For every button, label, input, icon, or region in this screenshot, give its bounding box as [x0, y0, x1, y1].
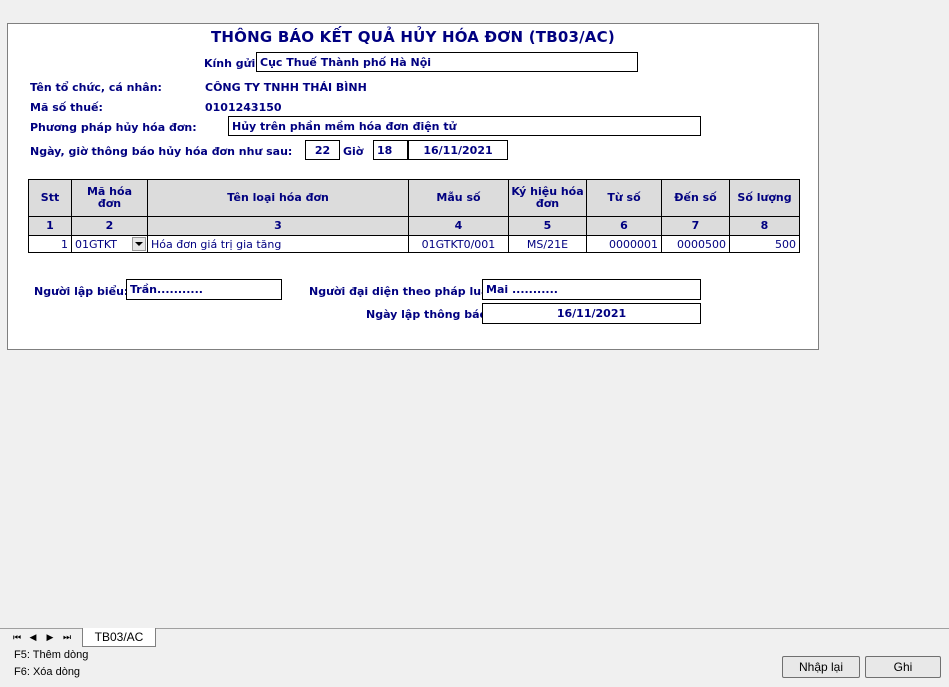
col-header-den-so: Đến số: [661, 179, 730, 217]
table-header-row: Stt Mã hóa đơn Tên loại hóa đơn Mẫu số K…: [28, 179, 800, 217]
ngay-lap-label: Ngày lập thông báo:: [366, 308, 492, 321]
col-number: 5: [508, 216, 587, 236]
cell-tu-so[interactable]: 0000001: [586, 235, 662, 253]
ma-hoa-don-value: 01GTKT: [75, 237, 117, 251]
col-header-ma-hoa-don: Mã hóa đơn: [71, 179, 148, 217]
cell-stt[interactable]: 1: [28, 235, 72, 253]
save-button[interactable]: Ghi: [865, 656, 941, 678]
col-header-so-luong: Số lượng: [729, 179, 800, 217]
form-area: THÔNG BÁO KẾT QUẢ HỦY HÓA ĐƠN (TB03/AC) …: [7, 23, 819, 350]
cell-so-luong[interactable]: 500: [729, 235, 800, 253]
ngay-gio-label: Ngày, giờ thông báo hủy hóa đơn như sau:: [30, 145, 293, 158]
dai-dien-label: Người đại diện theo pháp luật:: [309, 285, 499, 298]
invoice-table: Stt Mã hóa đơn Tên loại hóa đơn Mẫu số K…: [28, 179, 800, 253]
phut-field[interactable]: 18: [373, 140, 408, 160]
phuong-phap-label: Phương pháp hủy hóa đơn:: [30, 121, 197, 134]
to-chuc-label: Tên tổ chức, cá nhân:: [30, 81, 162, 94]
cell-ten-loai[interactable]: Hóa đơn giá trị gia tăng: [147, 235, 409, 253]
prev-sheet-icon[interactable]: ◀: [26, 631, 40, 645]
col-number: 8: [729, 216, 800, 236]
gio-field[interactable]: 22: [305, 140, 340, 160]
sheet-tab-tb03[interactable]: TB03/AC: [82, 628, 156, 647]
ngay-field[interactable]: 16/11/2021: [408, 140, 508, 160]
col-number: 7: [661, 216, 730, 236]
reset-button[interactable]: Nhập lại: [782, 656, 860, 678]
mst-label: Mã số thuế:: [30, 101, 103, 114]
phuong-phap-field[interactable]: Hủy trên phần mềm hóa đơn điện tử: [228, 116, 701, 136]
cell-ma-hoa-don[interactable]: 01GTKT: [71, 235, 148, 253]
nguoi-lap-field[interactable]: Trần...........: [126, 279, 282, 300]
table-row: 1 01GTKT Hóa đơn giá trị gia tăng 01GTKT…: [28, 235, 800, 253]
col-number: 2: [71, 216, 148, 236]
kinh-gui-label: Kính gửi:: [204, 57, 260, 70]
mst-value: 0101243150: [205, 101, 282, 114]
col-header-mau-so: Mẫu số: [408, 179, 509, 217]
table-number-row: 1 2 3 4 5 6 7 8: [28, 216, 800, 236]
to-chuc-value: CÔNG TY TNHH THÁI BÌNH: [205, 81, 367, 94]
col-number: 4: [408, 216, 509, 236]
nguoi-lap-label: Người lập biểu:: [34, 285, 129, 298]
last-sheet-icon[interactable]: ⏭: [60, 631, 74, 645]
hint-delete-row: F6: Xóa dòng: [14, 666, 81, 678]
first-sheet-icon[interactable]: ⏮: [10, 631, 24, 645]
col-header-stt: Stt: [28, 179, 72, 217]
col-header-tu-so: Từ số: [586, 179, 662, 217]
col-header-ky-hieu: Ký hiệu hóa đơn: [508, 179, 587, 217]
ngay-lap-field[interactable]: 16/11/2021: [482, 303, 701, 324]
hint-add-row: F5: Thêm dòng: [14, 649, 89, 661]
cell-ky-hieu[interactable]: MS/21E: [508, 235, 587, 253]
gio-label: Giờ: [343, 145, 364, 158]
col-number: 1: [28, 216, 72, 236]
col-number: 3: [147, 216, 409, 236]
next-sheet-icon[interactable]: ▶: [43, 631, 57, 645]
dropdown-arrow-icon[interactable]: [132, 237, 146, 251]
sheet-tab-bar: ⏮ ◀ ▶ ⏭ TB03/AC: [0, 628, 949, 647]
kinh-gui-field[interactable]: Cục Thuế Thành phố Hà Nội: [256, 52, 638, 72]
dai-dien-field[interactable]: Mai ...........: [482, 279, 701, 300]
cell-mau-so[interactable]: 01GTKT0/001: [408, 235, 509, 253]
form-title: THÔNG BÁO KẾT QUẢ HỦY HÓA ĐƠN (TB03/AC): [211, 28, 615, 46]
col-header-ten-loai: Tên loại hóa đơn: [147, 179, 409, 217]
col-number: 6: [586, 216, 662, 236]
cell-den-so[interactable]: 0000500: [661, 235, 730, 253]
